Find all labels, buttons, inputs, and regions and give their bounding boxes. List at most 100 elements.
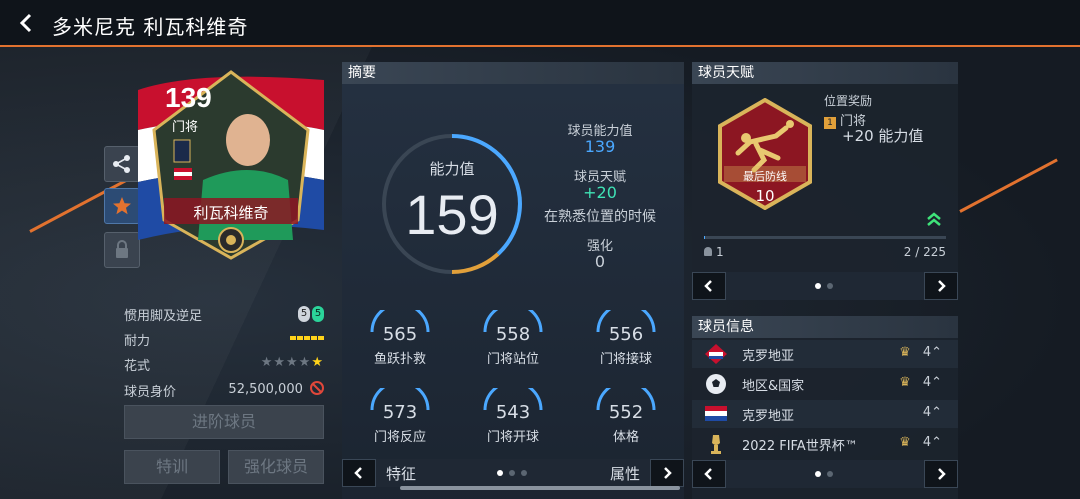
summary-nav-left-label[interactable]: 特征 <box>386 463 416 484</box>
croatia-flag-icon <box>705 406 727 421</box>
progress-left-value: 1 <box>716 245 724 259</box>
enhance-value: 0 <box>594 252 606 271</box>
page-dots <box>815 283 833 289</box>
stat-value: 565 <box>382 324 418 345</box>
player-icon <box>704 247 712 256</box>
talent-prev-button[interactable] <box>692 272 726 300</box>
value-text: 52,500,000 <box>228 382 303 397</box>
stat-label: 门将站位 <box>486 352 539 367</box>
chevron-right-icon <box>664 467 672 479</box>
talent-value: +20 <box>583 183 617 202</box>
progress-left: 1 <box>704 245 724 259</box>
talent-badge-name: 最后防线 <box>743 170 787 183</box>
stat-label: 鱼跃扑救 <box>373 352 426 367</box>
list-item-name: 克罗地亚 <box>742 409 795 424</box>
list-item-count: ♛ 4⌃ <box>899 345 942 360</box>
advance-player-button[interactable]: 进阶球员 <box>124 405 324 439</box>
stat-value: 556 <box>608 324 644 345</box>
talent-progress-fill <box>704 236 705 239</box>
summary-next-button[interactable] <box>650 459 684 487</box>
card-position: 门将 <box>172 120 199 135</box>
summary-panel: 摘要 能力值 159 球员能力值 139 球员天赋 +20 在熟悉位置的时候 强… <box>342 62 684 499</box>
home-indicator <box>400 486 680 490</box>
list-item-name: 地区&国家 <box>742 379 805 394</box>
share-button[interactable] <box>104 146 140 182</box>
soccer-ball-icon <box>706 374 726 394</box>
page-title: 多米尼克 利瓦科维奇 <box>52 15 249 39</box>
chevron-left-icon <box>704 280 712 292</box>
stamina-bar <box>289 330 324 345</box>
talent-progress-track <box>704 236 946 239</box>
no-trade-icon <box>310 381 324 395</box>
chevron-left-icon <box>354 467 362 479</box>
player-card[interactable]: 139 门将 利瓦科维奇 <box>138 70 324 260</box>
list-item-name: 2022 FIFA世界杯™ <box>742 439 858 454</box>
lock-button[interactable] <box>104 232 140 268</box>
talent-nav <box>692 272 958 300</box>
stamina-label: 耐力 <box>124 334 151 349</box>
player-info-panel: 球员信息 克罗地亚 ♛ 4⌃ 地区&国家 ♛ 4⌃ 克罗地亚 4⌃ 2022 FIF… <box>692 316 958 499</box>
top-bar: 多米尼克 利瓦科维奇 <box>0 0 1080 47</box>
ability-value: 139 <box>584 137 616 156</box>
stat-label: 门将开球 <box>486 430 539 445</box>
foot-label: 惯用脚及逆足 <box>124 309 203 324</box>
croatia-flag-icon <box>705 344 727 364</box>
back-button[interactable] <box>14 10 40 36</box>
page-dots <box>815 471 833 477</box>
list-item-count: 4⌃ <box>922 405 942 420</box>
skill-row: 花式 ★★★★★ <box>124 355 324 375</box>
player-info-next-button[interactable] <box>924 460 958 488</box>
list-item-name: 克罗地亚 <box>742 349 795 364</box>
stamina-row: 耐力 <box>124 330 324 350</box>
summary-title: 摘要 <box>342 62 684 84</box>
ring-label: 能力值 <box>429 160 475 178</box>
bonus-value: +20 能力值 <box>842 127 924 145</box>
player-info-title: 球员信息 <box>692 316 958 338</box>
star-icon <box>113 197 131 215</box>
stat-value: 552 <box>608 402 644 423</box>
stat-label: 体格 <box>612 430 639 445</box>
chevron-right-icon <box>938 280 946 292</box>
list-item[interactable]: 地区&国家 ♛ 4⌃ <box>692 370 958 398</box>
bonus-level-badge: 1 <box>824 117 836 129</box>
value-amount: 52,500,000 <box>228 381 324 397</box>
page-dots <box>497 470 527 476</box>
value-row: 球员身价 52,500,000 <box>124 381 324 401</box>
progress-right: 2 / 225 <box>903 245 946 259</box>
training-button[interactable]: 特训 <box>124 450 220 484</box>
skill-stars: ★★★★★ <box>260 355 324 370</box>
stat-label: 门将反应 <box>373 430 426 445</box>
foot-row: 惯用脚及逆足 55 <box>124 305 324 325</box>
list-item[interactable]: 2022 FIFA世界杯™ ♛ 4⌃ <box>692 430 958 458</box>
player-info-prev-button[interactable] <box>692 460 726 488</box>
bonus-title: 位置奖励 <box>824 94 873 108</box>
stat-value: 558 <box>495 324 531 345</box>
summary-prev-button[interactable] <box>342 459 376 487</box>
skill-label: 花式 <box>124 359 151 374</box>
card-player-name: 利瓦科维奇 <box>193 204 269 222</box>
upgrade-arrows-icon <box>927 212 941 226</box>
player-info-nav <box>692 460 958 488</box>
talent-note: 在熟悉位置的时候 <box>544 209 656 225</box>
favorite-button[interactable] <box>104 188 140 224</box>
list-item[interactable]: 克罗地亚 4⌃ <box>692 400 958 428</box>
chevron-right-icon <box>938 468 946 480</box>
talent-panel: 球员天赋 最后防线 10 位置奖励 1 门将 +20 能力值 1 2 / 225 <box>692 62 958 300</box>
list-item-count: ♛ 4⌃ <box>899 435 942 450</box>
talent-next-button[interactable] <box>924 272 958 300</box>
stat-label: 门将接球 <box>599 352 652 367</box>
summary-nav: 特征 属性 <box>342 459 684 487</box>
chevron-left-icon <box>19 13 32 33</box>
enhance-player-button[interactable]: 强化球员 <box>228 450 324 484</box>
stat-value: 543 <box>495 402 531 423</box>
list-item-count: ♛ 4⌃ <box>899 375 942 390</box>
list-item[interactable]: 克罗地亚 ♛ 4⌃ <box>692 340 958 368</box>
summary-nav-right-label[interactable]: 属性 <box>610 463 640 484</box>
weak-foot-badge: 5 <box>312 306 324 322</box>
world-cup-trophy-icon <box>711 435 721 454</box>
main-foot-badge: 5 <box>298 306 310 322</box>
share-icon <box>113 155 130 173</box>
value-label: 球员身价 <box>124 385 177 400</box>
talent-title: 球员天赋 <box>692 62 958 84</box>
talent-badge-level: 10 <box>755 187 775 205</box>
